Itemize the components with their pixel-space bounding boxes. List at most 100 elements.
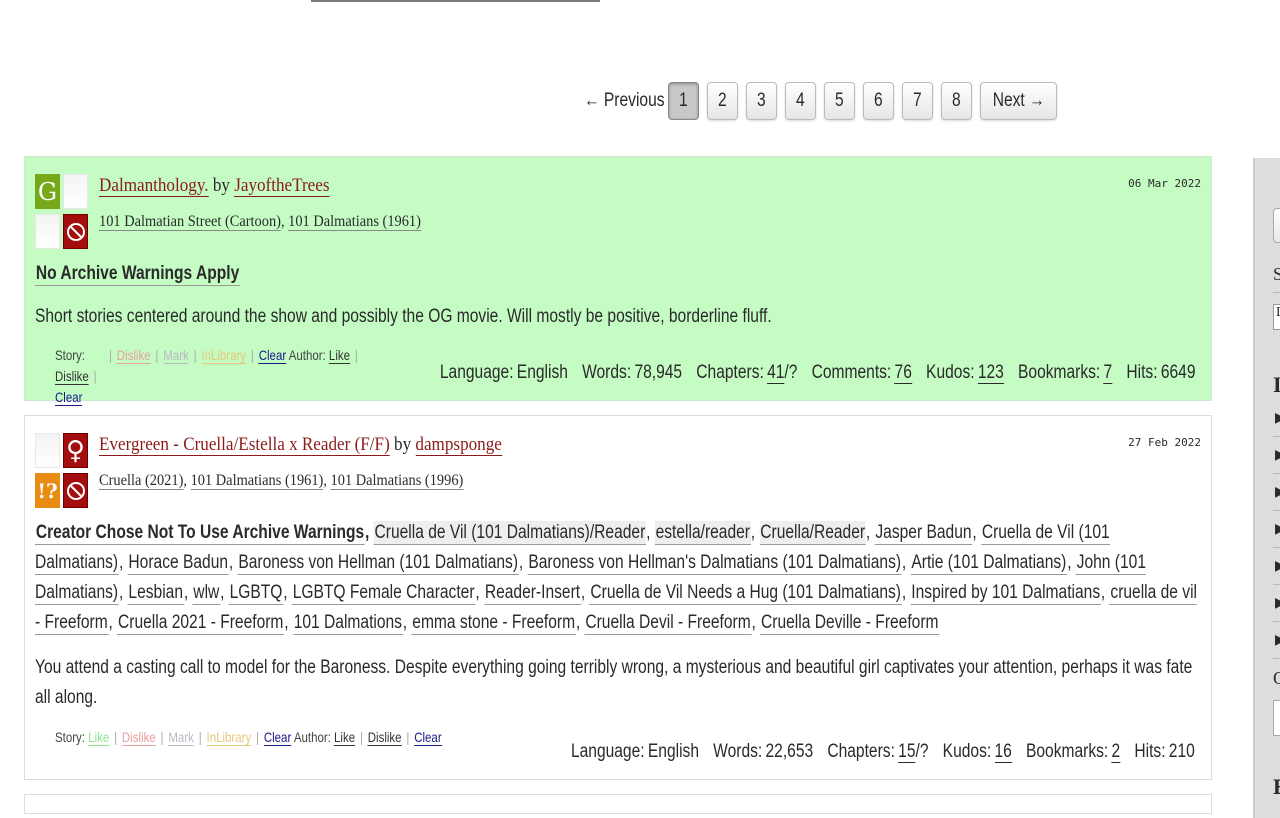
relationship-tag[interactable]: Cruella de Vil (101 Dalmatians)/Reader <box>373 521 647 545</box>
fandom-link[interactable]: 101 Dalmatians (1961) <box>288 213 421 231</box>
tag-separator: , <box>118 552 128 573</box>
page-5-link[interactable]: 5 <box>824 82 855 120</box>
work-summary: You attend a casting call to model for t… <box>35 657 1193 708</box>
expand-triangle-icon[interactable]: ▶ <box>1275 558 1280 575</box>
by-label: by <box>212 175 230 196</box>
tag-separator: , <box>284 612 293 633</box>
page-1-current: 1 <box>668 82 699 120</box>
kudos-link[interactable]: 16 <box>994 741 1013 763</box>
tag-list: No Archive Warnings Apply <box>35 259 1201 289</box>
fandom-link[interactable]: 101 Dalmatians (1961) <box>190 472 324 490</box>
author-dislike-link[interactable]: Dislike <box>367 729 402 746</box>
freeform-tag[interactable]: Cruella 2021 - Freeform <box>117 611 285 635</box>
story-mark-link[interactable]: Mark <box>163 347 189 364</box>
tag-separator: , <box>750 522 760 543</box>
page-7-link[interactable]: 7 <box>902 82 933 120</box>
by-label: by <box>394 434 412 455</box>
freeform-tag[interactable]: Baroness von Hellman's Dalmatians (101 D… <box>527 551 902 575</box>
work-title-link[interactable]: Evergreen - Cruella/Estella x Reader (F/… <box>99 434 390 456</box>
author-link[interactable]: JayoftheTrees <box>234 175 330 197</box>
story-dislike-link[interactable]: Dislike <box>116 347 151 364</box>
work-blurb: G Dalmanthology. by JayoftheTrees 101 Da… <box>24 156 1212 406</box>
hits-value: 6649 <box>1160 362 1195 383</box>
tag-separator: , <box>183 582 193 603</box>
page-6-link[interactable]: 6 <box>863 82 894 120</box>
author-clear-link[interactable]: Clear <box>414 729 442 746</box>
fandom-link[interactable]: 101 Dalmatian Street (Cartoon) <box>99 213 281 231</box>
story-mark-link[interactable]: Mark <box>168 729 194 746</box>
work-date: 27 Feb 2022 <box>1128 436 1201 449</box>
bookmarks-link[interactable]: 2 <box>1111 741 1121 763</box>
freeform-tag[interactable]: Reader-Insert <box>484 581 581 605</box>
next-link[interactable]: Next → <box>980 82 1058 120</box>
page-8-link[interactable]: 8 <box>941 82 972 120</box>
freeform-tag[interactable]: Horace Badun <box>127 551 229 575</box>
page-3-link[interactable]: 3 <box>746 82 777 120</box>
expand-triangle-icon[interactable]: ▶ <box>1275 484 1280 501</box>
freeform-tag[interactable]: Artie (101 Dalmatians) <box>910 551 1068 575</box>
chapters-link[interactable]: 15 <box>898 741 916 763</box>
story-like-link[interactable]: Like <box>88 729 110 746</box>
freeform-tag[interactable]: 101 Dalmations <box>292 611 403 635</box>
freeform-tag[interactable]: Lesbian <box>127 581 184 605</box>
expand-triangle-icon[interactable]: ▶ <box>1275 632 1280 649</box>
warning-tag[interactable]: Creator Chose Not To Use Archive Warning… <box>35 521 366 545</box>
sort-select[interactable]: D <box>1273 304 1280 330</box>
expand-triangle-icon[interactable]: ▶ <box>1275 595 1280 612</box>
freeform-tag[interactable]: LGBTQ Female Character <box>291 581 476 605</box>
freeform-tag[interactable]: LGBTQ <box>228 581 284 605</box>
hits-value: 210 <box>1169 741 1195 762</box>
previous-link[interactable]: ← Previous <box>584 90 665 112</box>
warning-blank-icon <box>35 214 60 249</box>
story-inlibrary-link[interactable]: InLibrary <box>206 729 252 746</box>
words-value: 22,653 <box>765 741 814 762</box>
relationship-tag[interactable]: Cruella/Reader <box>759 521 866 545</box>
freeform-tag[interactable]: wlw <box>192 581 221 605</box>
fandom-link[interactable]: Cruella (2021) <box>99 472 184 490</box>
tag-separator: , <box>283 582 292 603</box>
sort-filter-button[interactable] <box>1273 208 1280 243</box>
tag-separator: , <box>365 522 374 543</box>
expand-triangle-icon[interactable]: ▶ <box>1275 447 1280 464</box>
pagination: ← Previous 1 2 3 4 5 6 7 8 Next → <box>584 82 1065 120</box>
chapters-link[interactable]: 41 <box>766 362 784 384</box>
story-clear-link[interactable]: Clear <box>263 729 292 746</box>
rating-general-icon: G <box>35 174 60 209</box>
freeform-tag[interactable]: Cruella Devil - Freeform <box>584 611 752 635</box>
author-clear-link[interactable]: Clear <box>55 389 83 406</box>
story-inlibrary-link[interactable]: InLibrary <box>201 347 247 364</box>
author-like-link[interactable]: Like <box>328 347 350 364</box>
story-dislike-link[interactable]: Dislike <box>121 729 156 746</box>
work-date: 06 Mar 2022 <box>1128 177 1201 190</box>
required-tags: G <box>35 174 89 252</box>
freeform-tag[interactable]: Cruella Deville - Freeform <box>760 611 940 635</box>
story-clear-link[interactable]: Clear <box>258 347 287 364</box>
page-2-link[interactable]: 2 <box>707 82 738 120</box>
fandom-link[interactable]: 101 Dalmatians (1996) <box>330 472 464 490</box>
work-heading: Evergreen - Cruella/Estella x Reader (F/… <box>99 434 502 456</box>
author-link[interactable]: dampsponge <box>415 434 502 456</box>
work-title-link[interactable]: Dalmanthology. <box>99 175 209 197</box>
expand-triangle-icon[interactable]: ▶ <box>1275 521 1280 538</box>
freeform-tag[interactable]: Inspired by 101 Dalmatians <box>910 581 1101 605</box>
author-dislike-link[interactable]: Dislike <box>55 368 89 385</box>
other-tags-input[interactable] <box>1273 700 1280 736</box>
author-label: Author: <box>288 347 326 363</box>
freeform-tag[interactable]: Jasper Badun <box>874 521 973 545</box>
warning-tag[interactable]: No Archive Warnings Apply <box>35 262 241 286</box>
kudos-link[interactable]: 123 <box>977 362 1004 384</box>
freeform-tag[interactable]: Baroness von Hellman (101 Dalmatians) <box>237 551 519 575</box>
category-blank-icon <box>63 174 88 209</box>
expand-triangle-icon[interactable]: ▶ <box>1275 410 1280 427</box>
divider <box>1273 547 1280 548</box>
freeform-tag[interactable]: emma stone - Freeform <box>411 611 576 635</box>
tag-separator: , <box>646 522 655 543</box>
bookmarks-link[interactable]: 7 <box>1103 362 1112 384</box>
relationship-tag[interactable]: estella/reader <box>654 521 751 545</box>
author-like-link[interactable]: Like <box>334 729 356 746</box>
page-4-link[interactable]: 4 <box>785 82 816 120</box>
story-label: Story: <box>55 347 85 363</box>
freeform-tag[interactable]: Cruella de Vil Needs a Hug (101 Dalmatia… <box>589 581 902 605</box>
comments-link[interactable]: 76 <box>894 362 912 384</box>
divider <box>1273 584 1280 585</box>
